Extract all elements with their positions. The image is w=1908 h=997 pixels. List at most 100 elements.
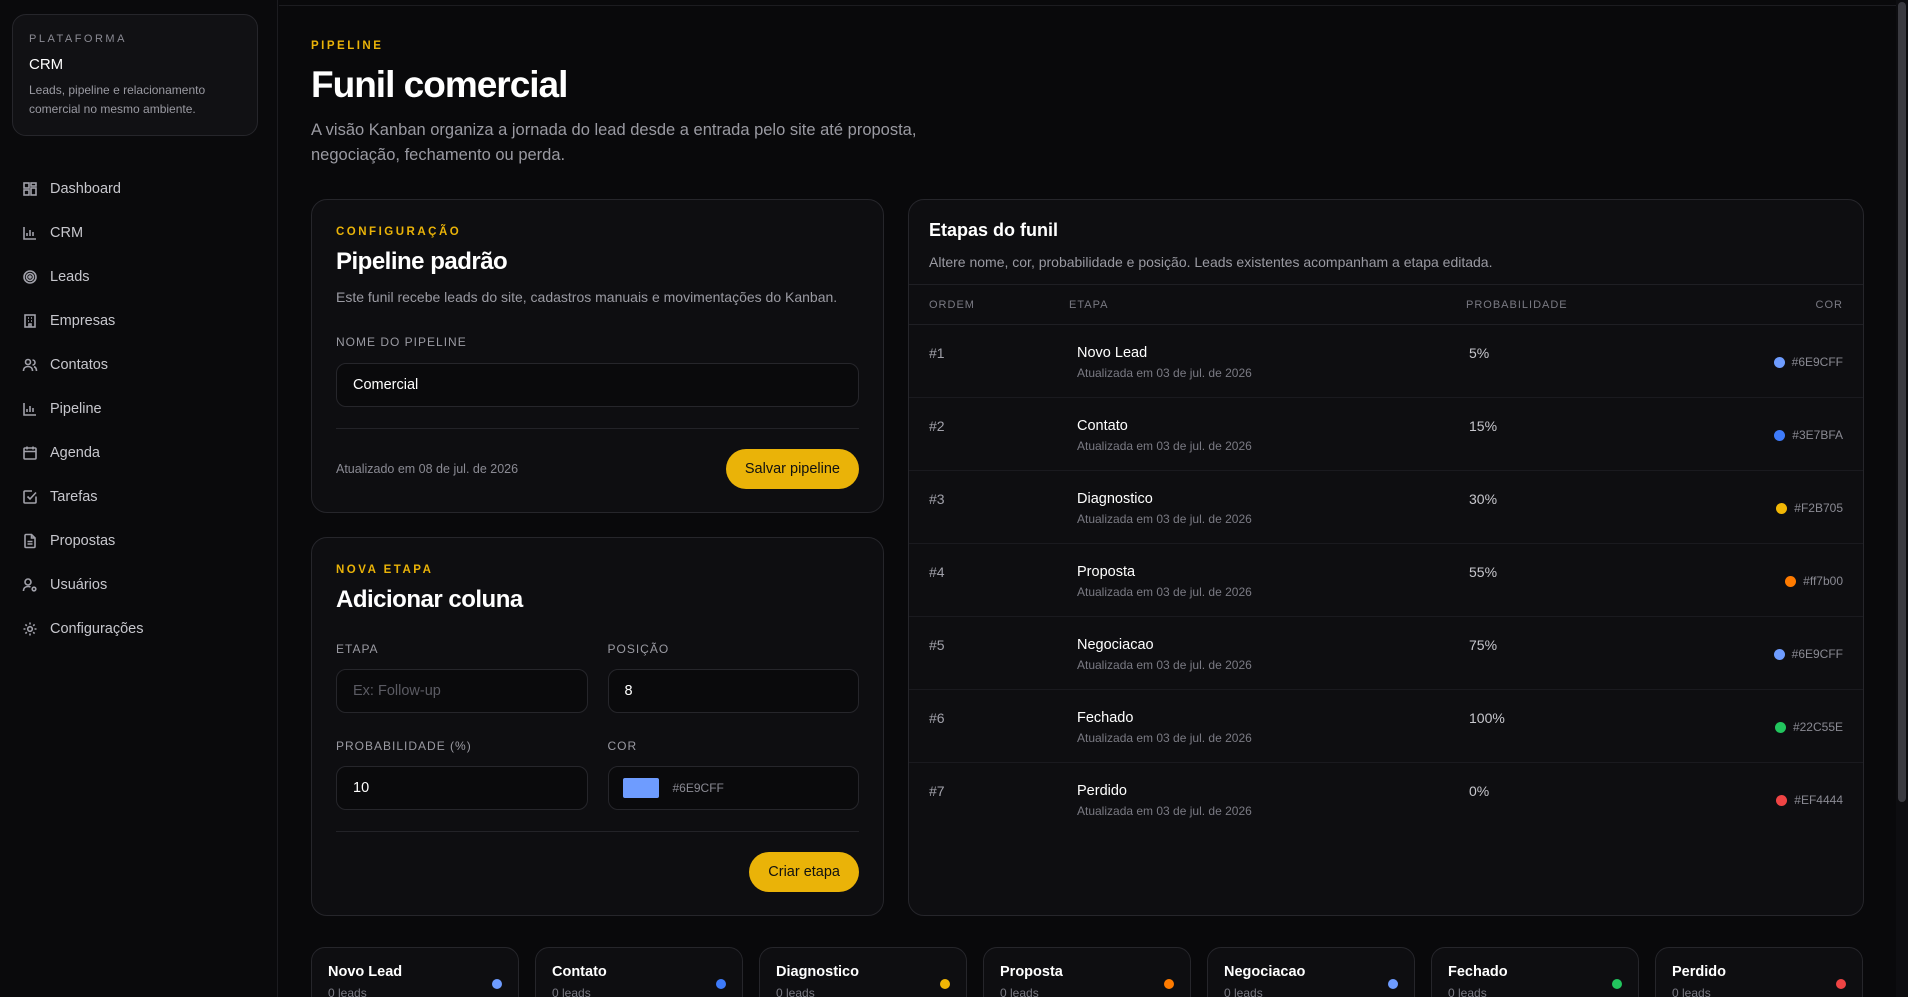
probability-input[interactable]: 10 [336,766,588,810]
row-color: #F2B705 [1776,501,1843,515]
kanban-column-count: 0 leads [1672,986,1711,997]
color-dot [940,979,950,989]
table-row[interactable]: #7 Perdido Atualizada em 03 de jul. de 2… [909,763,1863,836]
color-dot [1612,979,1622,989]
color-input[interactable]: #6E9CFF [607,766,859,810]
table-row[interactable]: #2 Contato Atualizada em 03 de jul. de 2… [909,398,1863,471]
config-eyebrow: CONFIGURAÇÃO [336,226,462,238]
row-updated: Atualizada em 03 de jul. de 2026 [1077,512,1252,526]
color-swatch[interactable] [622,778,659,798]
kanban-column-count: 0 leads [552,986,591,997]
kanban-column-title: Proposta [1000,964,1063,980]
row-order: #1 [929,345,945,361]
page-description: A visão Kanban organiza a jornada do lea… [311,121,917,164]
kanban-column-fechado[interactable]: Fechado 0 leads [1431,947,1639,997]
kanban-column-diagnostico[interactable]: Diagnostico 0 leads [759,947,967,997]
color-dot [1776,794,1788,806]
divider [336,428,859,429]
row-probability: 5% [1469,345,1490,361]
brand-eyebrow: PLATAFORMA [29,33,127,45]
row-color: #22C55E [1774,720,1843,734]
sidebar-item-empresas[interactable]: Empresas [22,299,144,343]
building-icon [24,314,36,328]
table-row[interactable]: #3 Diagnostico Atualizada em 03 de jul. … [909,471,1863,544]
new-stage-title: Adicionar coluna [336,586,523,613]
calendar-icon [23,446,37,460]
sidebar-item-tarefas[interactable]: Tarefas [22,475,144,519]
create-stage-button[interactable]: Criar etapa [749,852,859,892]
topbar [279,0,1908,6]
config-title: Pipeline padrão [336,248,508,275]
sidebar-item-contatos[interactable]: Contatos [22,343,144,387]
table-row[interactable]: #5 Negociacao Atualizada em 03 de jul. d… [909,617,1863,690]
page-scrollbar[interactable] [1896,0,1908,997]
row-color: #6E9CFF [1773,355,1843,369]
color-value: #6E9CFF [672,781,724,795]
row-stage-name: Contato [1077,418,1128,434]
row-updated: Atualizada em 03 de jul. de 2026 [1077,439,1252,453]
kanban-column-negociacao[interactable]: Negociacao 0 leads [1207,947,1415,997]
sidebar-item-crm[interactable]: CRM [22,211,144,255]
sidebar-item-label: Contatos [50,357,109,373]
color-dot [1774,721,1786,733]
row-color: #3E7BFA [1774,428,1843,442]
row-updated: Atualizada em 03 de jul. de 2026 [1077,658,1252,672]
row-order: #5 [929,637,945,653]
kanban-column-count: 0 leads [1000,986,1039,997]
table-row[interactable]: #6 Fechado Atualizada em 03 de jul. de 2… [909,690,1863,763]
kanban-column-contato[interactable]: Contato 0 leads [535,947,743,997]
row-stage-name: Novo Lead [1077,345,1148,361]
stages-description: Altere nome, cor, probabilidade e posiçã… [929,254,1493,270]
header-stage: ETAPA [1069,299,1109,311]
row-updated: Atualizada em 03 de jul. de 2026 [1077,804,1252,818]
sidebar-item-dashboard[interactable]: Dashboard [22,167,144,211]
stage-name-input[interactable]: Ex: Follow-up [336,669,588,713]
brand-title: CRM [29,56,64,73]
row-probability: 100% [1469,710,1505,726]
row-probability: 15% [1469,418,1498,434]
color-field: COR #6E9CFF [607,739,859,810]
new-stage-footer: Criar etapa [336,852,859,892]
position-input[interactable]: 8 [607,669,859,713]
header-probability: PROBABILIDADE [1466,299,1568,311]
sidebar-item-label: Agenda [50,445,100,461]
sidebar-item-label: Usuários [50,577,108,593]
table-row[interactable]: #1 Novo Lead Atualizada em 03 de jul. de… [909,325,1863,398]
row-stage-name: Fechado [1077,710,1134,726]
kanban-column-proposta[interactable]: Proposta 0 leads [983,947,1191,997]
sidebar-item-leads[interactable]: Leads [22,255,144,299]
row-color-value: #6E9CFF [1791,355,1843,369]
row-stage-name: Negociacao [1077,637,1154,653]
scrollbar-thumb[interactable] [1898,2,1906,802]
config-footer: Atualizado em 08 de jul. de 2026 Salvar … [336,449,859,489]
row-stage-name: Diagnostico [1077,491,1153,507]
sidebar-item-pipeline[interactable]: Pipeline [22,387,144,431]
color-dot [1774,429,1786,441]
color-dot [1785,575,1797,587]
bar-chart-icon [23,403,36,416]
sidebar-item-configuracoes[interactable]: Configurações [22,607,144,651]
color-dot [1164,979,1174,989]
sidebar-item-usuarios[interactable]: Usuários [22,563,144,607]
pipeline-name-input[interactable]: Comercial [336,363,859,407]
kanban-column-title: Negociacao [1224,964,1306,980]
save-pipeline-button[interactable]: Salvar pipeline [725,449,859,489]
kanban-column-novo-lead[interactable]: Novo Lead 0 leads [311,947,519,997]
sidebar-item-agenda[interactable]: Agenda [22,431,144,475]
row-probability: 55% [1469,564,1498,580]
color-dot [716,979,726,989]
table-row[interactable]: #4 Proposta Atualizada em 03 de jul. de … [909,544,1863,617]
row-updated: Atualizada em 03 de jul. de 2026 [1077,585,1252,599]
kanban-column-count: 0 leads [776,986,815,997]
sidebar-item-propostas[interactable]: Propostas [22,519,144,563]
row-color-value: #F2B705 [1794,501,1843,515]
row-color: #ff7b00 [1785,574,1843,588]
kanban-board: Novo Lead 0 leads Contato 0 leads Diagno… [311,947,1863,997]
table-header: ORDEM ETAPA PROBABILIDADE COR [909,285,1863,325]
pipeline-config-card: CONFIGURAÇÃO Pipeline padrão Este funil … [311,199,884,513]
row-order: #7 [929,783,945,799]
grid-icon [23,182,37,196]
probability-field: PROBABILIDADE (%) 10 [336,739,588,810]
color-dot [1836,979,1846,989]
kanban-column-perdido[interactable]: Perdido 0 leads [1655,947,1863,997]
